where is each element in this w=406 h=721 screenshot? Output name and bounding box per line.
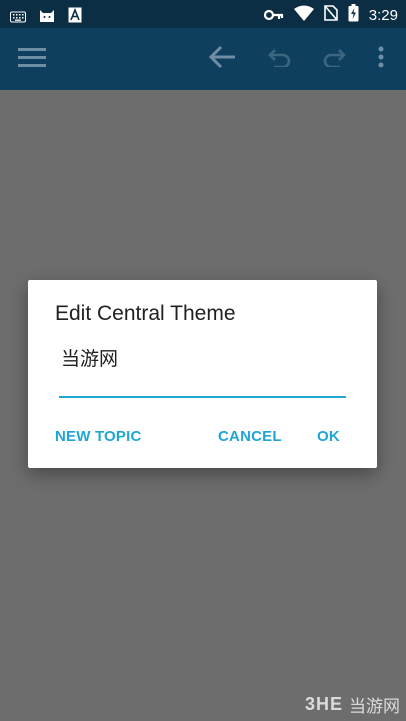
wifi-icon	[293, 5, 314, 25]
more-vert-icon	[378, 46, 384, 72]
no-sim-icon	[323, 5, 338, 25]
redo-button[interactable]	[314, 28, 354, 90]
watermark-text: 当游网	[349, 697, 400, 717]
text-field-underline	[59, 396, 346, 398]
more-options-button[interactable]	[366, 28, 396, 90]
ok-button[interactable]: OK	[317, 428, 340, 445]
font-a-icon	[68, 7, 82, 27]
watermark: 3HE 当游网	[305, 692, 400, 717]
theme-text-field[interactable]: 当游网	[59, 342, 346, 398]
edit-central-theme-dialog: Edit Central Theme 当游网 NEW TOPIC CANCEL …	[28, 280, 377, 468]
cat-icon	[38, 6, 56, 28]
app-toolbar	[0, 28, 406, 90]
cancel-button[interactable]: CANCEL	[218, 428, 282, 445]
key-icon	[263, 6, 284, 25]
keyboard-icon	[10, 8, 26, 27]
theme-text-value[interactable]: 当游网	[61, 344, 118, 371]
status-bar: 3:29	[0, 0, 406, 28]
redo-icon	[322, 47, 346, 71]
back-arrow-icon	[208, 45, 236, 73]
battery-charging-icon	[348, 4, 359, 26]
menu-icon	[18, 46, 46, 72]
menu-button[interactable]	[10, 28, 54, 90]
status-time: 3:29	[368, 6, 398, 24]
watermark-logo: 3HE	[304, 694, 343, 714]
new-topic-button[interactable]: NEW TOPIC	[55, 428, 142, 445]
undo-icon	[268, 47, 292, 71]
back-button[interactable]	[200, 28, 244, 90]
undo-button[interactable]	[260, 28, 300, 90]
dialog-title: Edit Central Theme	[55, 302, 236, 325]
